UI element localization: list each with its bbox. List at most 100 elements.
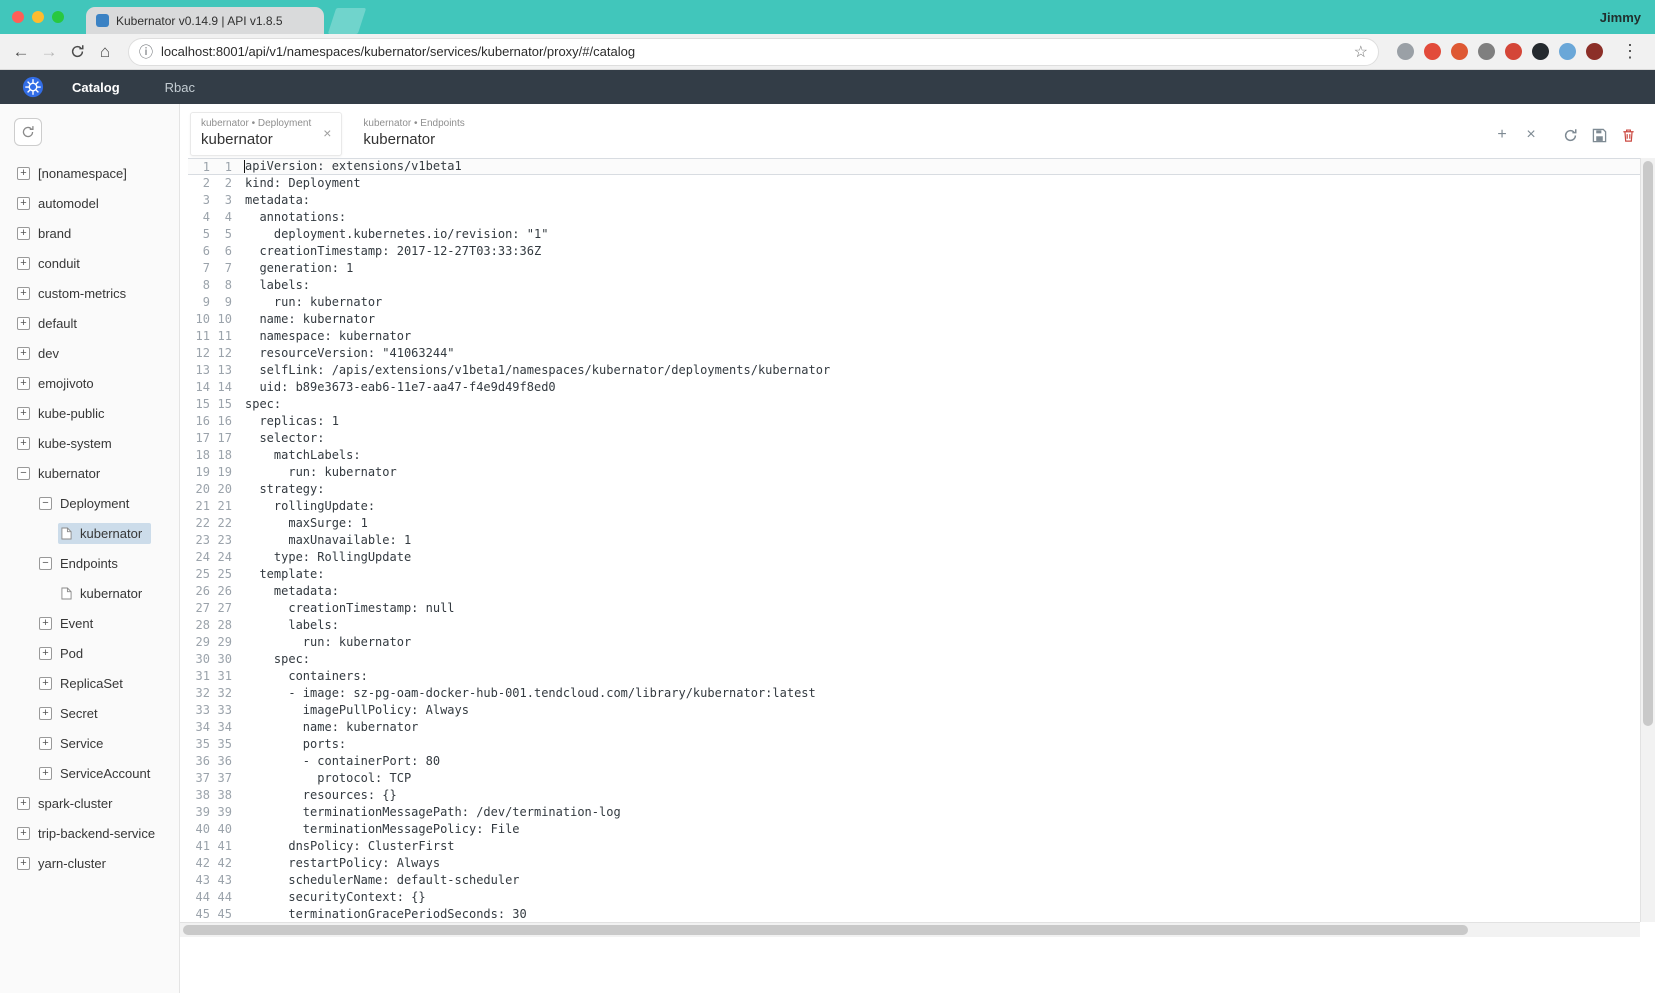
- editor-line[interactable]: 3939 terminationMessagePath: /dev/termin…: [188, 804, 1655, 821]
- zoom-window-button[interactable]: [52, 11, 64, 23]
- editor-line[interactable]: 2727 creationTimestamp: null: [188, 600, 1655, 617]
- editor-line[interactable]: 55 deployment.kubernetes.io/revision: "1…: [188, 226, 1655, 243]
- yaml-editor[interactable]: 11apiVersion: extensions/v1beta122kind: …: [180, 158, 1655, 937]
- editor-line[interactable]: 3535 ports:: [188, 736, 1655, 753]
- editor-line[interactable]: 1010 name: kubernator: [188, 311, 1655, 328]
- editor-line[interactable]: 2323 maxUnavailable: 1: [188, 532, 1655, 549]
- tree-item-default[interactable]: +default: [0, 308, 179, 338]
- expand-icon[interactable]: +: [39, 767, 52, 780]
- tree-item-emojivoto[interactable]: +emojivoto: [0, 368, 179, 398]
- forward-icon[interactable]: →: [36, 39, 62, 65]
- expand-icon[interactable]: +: [17, 227, 30, 240]
- add-tab-button[interactable]: +: [1493, 126, 1511, 144]
- back-icon[interactable]: ←: [8, 39, 34, 65]
- expand-icon[interactable]: +: [17, 377, 30, 390]
- tree-item-endpoints[interactable]: −Endpoints: [0, 548, 179, 578]
- vertical-scrollbar-thumb[interactable]: [1643, 161, 1653, 726]
- browser-tab[interactable]: Kubernator v0.14.9 | API v1.8.5: [86, 7, 324, 34]
- extension-icon[interactable]: [1586, 43, 1603, 60]
- nav-item-catalog[interactable]: Catalog: [72, 80, 120, 95]
- editor-line[interactable]: 2626 metadata:: [188, 583, 1655, 600]
- expand-icon[interactable]: +: [17, 257, 30, 270]
- collapse-icon[interactable]: −: [39, 557, 52, 570]
- collapse-icon[interactable]: −: [39, 497, 52, 510]
- editor-line[interactable]: 3737 protocol: TCP: [188, 770, 1655, 787]
- home-icon[interactable]: ⌂: [92, 39, 118, 65]
- tree-item-secret[interactable]: +Secret: [0, 698, 179, 728]
- tree-item-serviceaccount[interactable]: +ServiceAccount: [0, 758, 179, 788]
- editor-line[interactable]: 11apiVersion: extensions/v1beta1: [188, 158, 1655, 175]
- tree-item-replicaset[interactable]: +ReplicaSet: [0, 668, 179, 698]
- extension-icon[interactable]: [1424, 43, 1441, 60]
- editor-line[interactable]: 4242 restartPolicy: Always: [188, 855, 1655, 872]
- reload-resource-button[interactable]: [1561, 126, 1579, 144]
- resource-tab-kubernator-endpoints[interactable]: kubernator • Endpointskubernator: [352, 112, 475, 156]
- tree-item-brand[interactable]: +brand: [0, 218, 179, 248]
- tree-item-yarn-cluster[interactable]: +yarn-cluster: [0, 848, 179, 878]
- expand-icon[interactable]: +: [39, 617, 52, 630]
- editor-line[interactable]: 1414 uid: b89e3673-eab6-11e7-aa47-f4e9d4…: [188, 379, 1655, 396]
- editor-line[interactable]: 77 generation: 1: [188, 260, 1655, 277]
- tree-item-nonamespace[interactable]: +[nonamespace]: [0, 158, 179, 188]
- editor-vertical-scrollbar[interactable]: [1640, 158, 1655, 922]
- reload-icon[interactable]: [64, 39, 90, 65]
- editor-line[interactable]: 1313 selfLink: /apis/extensions/v1beta1/…: [188, 362, 1655, 379]
- delete-resource-button[interactable]: [1619, 126, 1637, 144]
- editor-line[interactable]: 3434 name: kubernator: [188, 719, 1655, 736]
- editor-line[interactable]: 33metadata:: [188, 192, 1655, 209]
- minimize-window-button[interactable]: [32, 11, 44, 23]
- expand-icon[interactable]: +: [17, 317, 30, 330]
- tree-item-kube-system[interactable]: +kube-system: [0, 428, 179, 458]
- sidebar-refresh-button[interactable]: [14, 118, 42, 146]
- tree-item-spark-cluster[interactable]: +spark-cluster: [0, 788, 179, 818]
- editor-line[interactable]: 1515spec:: [188, 396, 1655, 413]
- editor-line[interactable]: 44 annotations:: [188, 209, 1655, 226]
- editor-line[interactable]: 3131 containers:: [188, 668, 1655, 685]
- tree-item-deployment[interactable]: −Deployment: [0, 488, 179, 518]
- editor-line[interactable]: 66 creationTimestamp: 2017-12-27T03:33:3…: [188, 243, 1655, 260]
- close-tab-button[interactable]: ×: [1522, 126, 1540, 144]
- resource-tab-kubernator-deployment[interactable]: kubernator • Deploymentkubernator×: [190, 112, 342, 156]
- editor-line[interactable]: 1212 resourceVersion: "41063244": [188, 345, 1655, 362]
- expand-icon[interactable]: +: [17, 827, 30, 840]
- tree-item-conduit[interactable]: +conduit: [0, 248, 179, 278]
- editor-line[interactable]: 1919 run: kubernator: [188, 464, 1655, 481]
- tree-item-kubernator[interactable]: −kubernator: [0, 458, 179, 488]
- editor-line[interactable]: 4343 schedulerName: default-scheduler: [188, 872, 1655, 889]
- tree-item-automodel[interactable]: +automodel: [0, 188, 179, 218]
- tree-item-service[interactable]: +Service: [0, 728, 179, 758]
- tree-item-custom-metrics[interactable]: +custom-metrics: [0, 278, 179, 308]
- expand-icon[interactable]: +: [17, 857, 30, 870]
- editor-line[interactable]: 3636 - containerPort: 80: [188, 753, 1655, 770]
- editor-line[interactable]: 1616 replicas: 1: [188, 413, 1655, 430]
- profile-name[interactable]: Jimmy: [1600, 10, 1641, 25]
- address-bar[interactable]: ⓘ localhost:8001/api/v1/namespaces/kuber…: [128, 38, 1379, 66]
- tree-item-event[interactable]: +Event: [0, 608, 179, 638]
- extension-icon[interactable]: [1451, 43, 1468, 60]
- editor-line[interactable]: 99 run: kubernator: [188, 294, 1655, 311]
- expand-icon[interactable]: +: [39, 647, 52, 660]
- expand-icon[interactable]: +: [17, 797, 30, 810]
- editor-line[interactable]: 2525 template:: [188, 566, 1655, 583]
- horizontal-scrollbar-thumb[interactable]: [183, 925, 1468, 935]
- editor-line[interactable]: 1717 selector:: [188, 430, 1655, 447]
- tree-item-pod[interactable]: +Pod: [0, 638, 179, 668]
- tree-item-kube-public[interactable]: +kube-public: [0, 398, 179, 428]
- site-info-icon[interactable]: ⓘ: [139, 42, 153, 62]
- editor-line[interactable]: 4040 terminationMessagePolicy: File: [188, 821, 1655, 838]
- tree-item-dev[interactable]: +dev: [0, 338, 179, 368]
- expand-icon[interactable]: +: [39, 707, 52, 720]
- editor-line[interactable]: 2222 maxSurge: 1: [188, 515, 1655, 532]
- editor-line[interactable]: 1111 namespace: kubernator: [188, 328, 1655, 345]
- editor-line[interactable]: 4545 terminationGracePeriodSeconds: 30: [188, 906, 1655, 922]
- collapse-icon[interactable]: −: [17, 467, 30, 480]
- extension-icon[interactable]: [1478, 43, 1495, 60]
- extension-icon[interactable]: [1505, 43, 1522, 60]
- editor-line[interactable]: 2020 strategy:: [188, 481, 1655, 498]
- editor-line[interactable]: 2929 run: kubernator: [188, 634, 1655, 651]
- editor-horizontal-scrollbar[interactable]: [180, 922, 1640, 937]
- expand-icon[interactable]: +: [39, 737, 52, 750]
- tree-item-trip-backend-service[interactable]: +trip-backend-service: [0, 818, 179, 848]
- extension-icon[interactable]: [1559, 43, 1576, 60]
- extension-icon[interactable]: [1532, 43, 1549, 60]
